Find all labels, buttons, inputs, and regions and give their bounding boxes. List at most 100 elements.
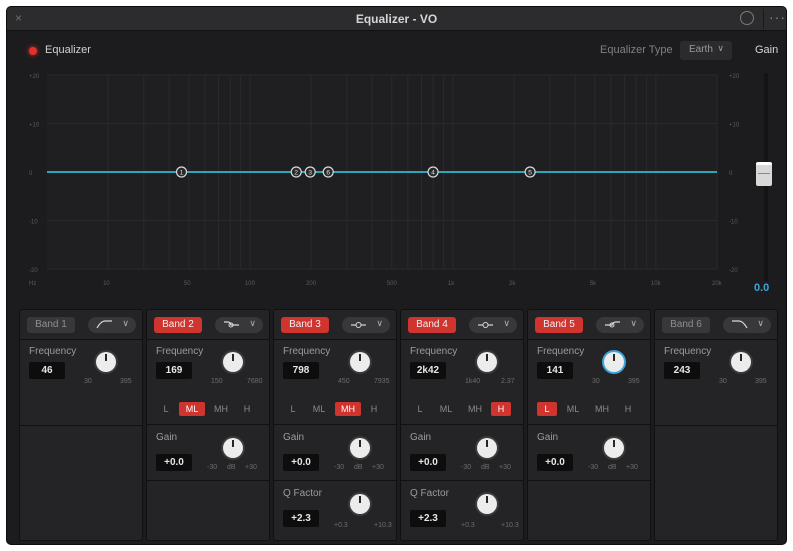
range-toggle-mh[interactable]: MH [335, 402, 361, 416]
band-5-gain-value[interactable]: +0.0 [537, 454, 573, 471]
band-3-q-value[interactable]: +2.3 [283, 510, 319, 527]
band-4-filter-type-dropdown[interactable]: ∨ [469, 317, 517, 333]
band-5-filter-type-dropdown[interactable]: ∨ [596, 317, 644, 333]
equalizer-type-dropdown[interactable]: Earth ∨ [680, 41, 732, 60]
q-min-label: +0.3 [461, 522, 475, 529]
frequency-max-label: 7680 [247, 378, 263, 385]
high-pass-filter-icon [96, 320, 112, 329]
band-4-gain-value[interactable]: +0.0 [410, 454, 446, 471]
band-6-toggle[interactable]: Band 6 [662, 317, 710, 333]
band-3-frequency-value[interactable]: 798 [283, 362, 319, 379]
y-tick-label-right: 0 [729, 171, 733, 177]
band-3-gain-value[interactable]: +0.0 [283, 454, 319, 471]
gain-max-label: +30 [499, 464, 511, 471]
band-1-toggle[interactable]: Band 1 [27, 317, 75, 333]
band-3-filter-type-dropdown[interactable]: ∨ [342, 317, 390, 333]
band-3-header: Band 3 ∨ [274, 310, 396, 340]
band-2-frequency-value[interactable]: 169 [156, 362, 192, 379]
band-2-filter-type-dropdown[interactable]: ∨ [215, 317, 263, 333]
band-1-frequency-value[interactable]: 46 [29, 362, 65, 379]
q-min-label: +0.3 [334, 522, 348, 529]
band-3-toggle[interactable]: Band 3 [281, 317, 329, 333]
band-1-filter-type-dropdown[interactable]: ∨ [88, 317, 136, 333]
frequency-min-label: 30 [592, 378, 600, 385]
band-3-frequency-knob[interactable] [350, 352, 370, 372]
band-4-q-value[interactable]: +2.3 [410, 510, 446, 527]
band-6-frequency-section: Frequency 243 30 395 [655, 340, 777, 426]
band-6-frequency-value[interactable]: 243 [664, 362, 700, 379]
range-toggle-ml[interactable]: ML [560, 402, 586, 416]
range-toggle-mh[interactable]: MH [462, 402, 488, 416]
chevron-down-icon: ∨ [376, 318, 383, 328]
y-tick-label-left: 0 [29, 171, 33, 177]
range-toggle-ml[interactable]: ML [179, 402, 205, 416]
frequency-max-label: 395 [628, 378, 640, 385]
chevron-down-icon: ∨ [717, 43, 724, 53]
band-1-panel: Band 1 ∨ Frequency 46 30 395 [19, 309, 143, 541]
range-toggle-mh[interactable]: MH [589, 402, 615, 416]
band-3-gain-knob[interactable] [350, 438, 370, 458]
range-toggle-h[interactable]: H [237, 402, 257, 416]
frequency-label: Frequency [537, 346, 585, 357]
range-toggle-mh[interactable]: MH [208, 402, 234, 416]
band-2-gain-value[interactable]: +0.0 [156, 454, 192, 471]
gain-label: Gain [537, 432, 559, 443]
gain-unit-label: dB [354, 464, 363, 471]
gain-min-label: -30 [207, 464, 218, 471]
reset-icon[interactable] [740, 11, 754, 25]
band-4-frequency-knob[interactable] [477, 352, 497, 372]
chevron-down-icon: ∨ [249, 318, 256, 328]
band-5-gain-knob[interactable] [604, 438, 624, 458]
band-4-frequency-value[interactable]: 2k42 [410, 362, 446, 379]
range-toggle-h[interactable]: H [491, 402, 511, 416]
band-5-frequency-knob[interactable] [604, 352, 624, 372]
range-toggle-ml[interactable]: ML [433, 402, 459, 416]
band-4-q-knob[interactable] [477, 494, 497, 514]
band-4-toggle[interactable]: Band 4 [408, 317, 456, 333]
band-5-toggle[interactable]: Band 5 [535, 317, 583, 333]
low-shelf-filter-icon [224, 321, 239, 328]
x-tick-label: 200 [306, 281, 317, 287]
q-factor-label: Q Factor [283, 488, 322, 499]
chevron-down-icon: ∨ [503, 318, 510, 328]
equalizer-type-label: Equalizer Type [600, 44, 673, 56]
band-1-frequency-knob[interactable] [96, 352, 116, 372]
master-gain-slider-thumb[interactable] [756, 162, 772, 186]
frequency-min-label: 1k40 [465, 378, 481, 385]
range-toggle-h[interactable]: H [618, 402, 638, 416]
band-4-gain-knob[interactable] [477, 438, 497, 458]
x-tick-label: 50 [184, 281, 191, 287]
range-toggle-h[interactable]: H [364, 402, 384, 416]
gain-max-label: +30 [372, 464, 384, 471]
band-6-filter-type-dropdown[interactable]: ∨ [723, 317, 771, 333]
range-toggle-l[interactable]: L [537, 402, 557, 416]
band-6-frequency-knob[interactable] [731, 352, 751, 372]
band-2-toggle[interactable]: Band 2 [154, 317, 202, 333]
x-tick-label: 1k [448, 281, 455, 287]
window-title: Equalizer - VO [355, 12, 438, 26]
more-options-icon[interactable]: ··· [769, 9, 786, 25]
band-node-label: 2 [294, 170, 298, 177]
equalizer-window: × Equalizer - VO ··· Equalizer Equalizer… [6, 6, 787, 545]
y-tick-label-right: +20 [729, 74, 740, 80]
band-5-frequency-section: Frequency 141 30 395 L ML MH H [528, 340, 650, 425]
x-tick-label: 100 [245, 281, 256, 287]
x-tick-label: 2k [509, 281, 516, 287]
band-2-frequency-knob[interactable] [223, 352, 243, 372]
equalizer-enable-toggle[interactable] [29, 47, 37, 55]
range-toggle-l[interactable]: L [156, 402, 176, 416]
y-tick-label-left: -20 [29, 268, 38, 274]
range-toggle-ml[interactable]: ML [306, 402, 332, 416]
band-2-gain-knob[interactable] [223, 438, 243, 458]
band-5-frequency-value[interactable]: 141 [537, 362, 573, 379]
range-toggle-l[interactable]: L [283, 402, 303, 416]
bell-filter-icon [351, 322, 366, 328]
band-node-label: 4 [431, 170, 435, 177]
equalizer-type-value: Earth [689, 44, 713, 55]
band-4-gain-section: Gain +0.0 -30 dB +30 [401, 426, 523, 481]
frequency-max-label: 7935 [374, 378, 390, 385]
range-toggle-l[interactable]: L [410, 402, 430, 416]
equalizer-label: Equalizer [45, 44, 91, 56]
eq-graph[interactable]: +20 +20 +10 +10 0 0 -10 -10 -20 -20 Hz 10 50 100 200 50… [25, 69, 745, 287]
band-3-q-knob[interactable] [350, 494, 370, 514]
